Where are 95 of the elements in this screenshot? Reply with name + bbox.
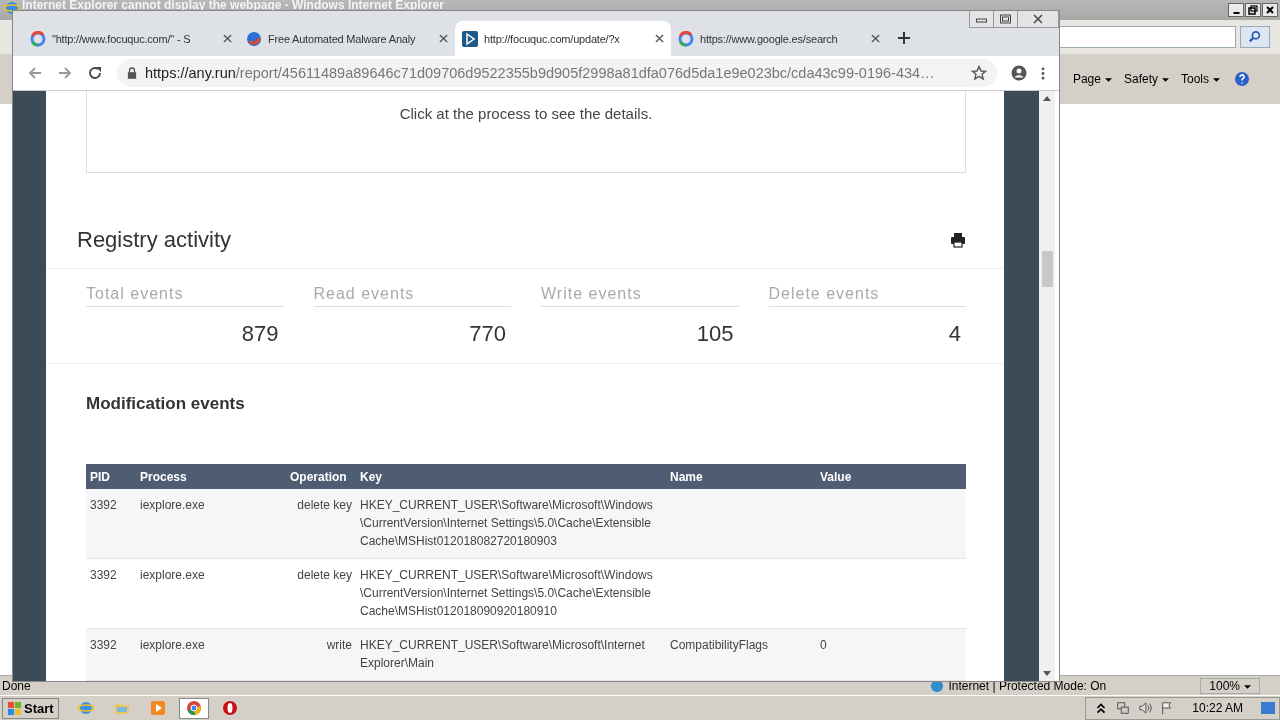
notice-text: Click at the process to see the details. (399, 105, 653, 124)
browser-logo-icon (185, 700, 202, 716)
up-arrow-icon[interactable] (1043, 96, 1051, 101)
status-text: Done (1, 679, 31, 693)
stat-value: 4 (947, 320, 962, 347)
stat-label: Write events (541, 285, 739, 307)
browser-tab[interactable]: http://focuquc.com/update/?x (455, 21, 671, 56)
new-tab-icon[interactable] (897, 31, 911, 45)
address-bar[interactable]: https://any.run/report/45611489a89646c71d09706d9522355b9d905f2998a81dfa076d5da1e9e023bc/cda43c99-0196-434… (117, 59, 997, 87)
close-button[interactable] (1262, 3, 1278, 17)
close-icon[interactable] (223, 34, 232, 43)
forward-icon[interactable] (57, 65, 73, 81)
close-icon[interactable] (655, 34, 664, 43)
taskbar-button[interactable] (178, 697, 209, 719)
restore-icon (999, 14, 1012, 24)
table-cell: delete key (297, 498, 352, 512)
browser-tab[interactable]: https://www.google.es/search (671, 21, 887, 56)
table-cell: write (326, 638, 352, 652)
table-cell: 3392 (90, 498, 117, 512)
restore-button[interactable] (1245, 3, 1261, 17)
table-cell: HKEY_CURRENT_USER\Software\Microsoft\Windows \CurrentVersion\Internet Settings\5.0\Cache\Extensible Cache\MSHist012018090920180910 (360, 568, 653, 618)
restore-button[interactable] (994, 11, 1018, 27)
start-button[interactable]: Start (2, 697, 59, 719)
column-header: Value (816, 464, 966, 489)
table-cell: delete key (297, 568, 352, 582)
subsection-title: Modification events (86, 394, 246, 414)
speaker-icon[interactable] (1138, 701, 1153, 715)
scrollbar-thumb[interactable] (1041, 251, 1053, 287)
caret-icon (1162, 77, 1169, 82)
caret-icon (1213, 77, 1220, 82)
down-arrow-icon[interactable] (1043, 671, 1051, 676)
help-icon[interactable] (1234, 71, 1250, 87)
stat-value: 105 (695, 320, 735, 347)
search-button[interactable] (1240, 26, 1270, 48)
table-cell: HKEY_CURRENT_USER\Software\Microsoft\Internet Explorer\Main (360, 638, 645, 670)
table-cell: iexplore.exe (140, 638, 205, 652)
command-menu[interactable]: Safety (1119, 70, 1173, 88)
network-icon[interactable] (1116, 701, 1131, 715)
minimize-icon (1232, 12, 1240, 14)
google-icon (30, 30, 46, 47)
menu-icon[interactable] (1041, 65, 1045, 81)
google-icon (678, 30, 694, 47)
restore-icon (1247, 5, 1259, 15)
lock-icon (127, 67, 137, 79)
stat-value: 770 (468, 320, 507, 347)
tab-title: http://focuquc.com/update/?x (484, 32, 621, 45)
close-icon (1030, 14, 1046, 24)
section-title: Registry activity (77, 227, 232, 254)
play-icon (149, 700, 166, 716)
print-icon[interactable] (950, 232, 966, 249)
table-cell: 0 (820, 638, 827, 652)
caret-icon (1244, 684, 1251, 689)
search-field[interactable] (1058, 26, 1236, 48)
o-logo-icon (221, 700, 238, 716)
table-cell: iexplore.exe (140, 498, 205, 512)
column-header: Key (356, 464, 666, 489)
close-icon[interactable] (439, 34, 448, 43)
column-header: PID (86, 464, 136, 489)
table-cell: 3392 (90, 638, 117, 652)
table-cell: CompatibilityFlags (670, 638, 769, 652)
browser-tab[interactable]: Free Automated Malware Analy (239, 21, 455, 56)
stat-label: Total events (86, 285, 284, 307)
search-icon (1248, 30, 1262, 44)
close-icon (1264, 5, 1276, 15)
close-icon[interactable] (871, 34, 880, 43)
back-icon[interactable] (27, 65, 43, 81)
url-text: https://any.run/report/45611489a89646c71d09706d9522355b9d905f2998a81dfa076d5da1e9e023bc/cda43c99-0196-434… (145, 65, 936, 81)
stat-value: 879 (240, 320, 280, 347)
reload-icon[interactable] (87, 65, 103, 81)
account-icon[interactable] (1011, 65, 1027, 81)
table-cell: iexplore.exe (140, 568, 205, 582)
star-icon[interactable] (971, 65, 987, 81)
stat-label: Read events (313, 285, 511, 307)
close-button[interactable] (1018, 11, 1058, 27)
stat-label: Delete events (768, 285, 966, 307)
tab-title: https://www.google.es/search (700, 32, 839, 45)
command-menu[interactable]: Page (1068, 70, 1116, 88)
tab-title: Free Automated Malware Analy (268, 32, 417, 45)
column-header: Process (136, 464, 286, 489)
column-header: Operation (286, 464, 356, 489)
browser-tab[interactable]: "http://www.focuquc.com/" - S (23, 21, 239, 56)
scrollbar[interactable] (1039, 91, 1055, 681)
minimize-button[interactable] (1228, 3, 1244, 17)
zoom-control[interactable]: 100% (1200, 678, 1260, 694)
command-menu[interactable]: Tools (1177, 70, 1224, 88)
table-cell: HKEY_CURRENT_USER\Software\Microsoft\Windows \CurrentVersion\Internet Settings\5.0\Cache\Extensible Cache\MSHist012018082720180903 (360, 498, 653, 548)
table-cell: 3392 (90, 568, 117, 582)
column-header: Name (666, 464, 816, 489)
clock[interactable]: 10:22 AM (1192, 701, 1243, 715)
globe-ring-icon (77, 700, 94, 716)
play-icon (462, 30, 478, 47)
orb-icon (246, 30, 262, 47)
tab-title: "http://www.focuquc.com/" - S (52, 32, 192, 45)
windows-logo-icon (7, 700, 22, 716)
caret-icon (1104, 77, 1112, 82)
